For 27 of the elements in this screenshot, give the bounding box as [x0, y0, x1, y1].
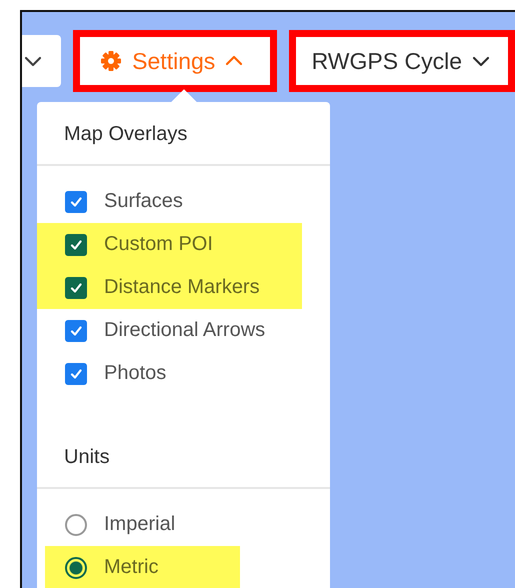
radio-button[interactable] — [65, 556, 87, 578]
option-label: Surfaces — [104, 190, 183, 213]
settings-icon — [100, 50, 122, 72]
section-heading: Map Overlays — [37, 102, 330, 166]
map-style-button[interactable]: RWGPS Cycle — [288, 30, 515, 92]
dropdown-button[interactable] — [22, 35, 62, 87]
checkbox[interactable] — [65, 276, 87, 298]
option-label: Distance Markers — [104, 276, 260, 299]
option-label: Custom POI — [104, 233, 213, 256]
checkbox[interactable] — [65, 234, 87, 256]
check-icon — [70, 324, 82, 336]
radio-button[interactable] — [65, 514, 87, 536]
option-label: Imperial — [104, 513, 176, 536]
section-heading: Units — [37, 425, 330, 489]
chevron-up-icon — [225, 54, 244, 68]
checkbox[interactable] — [65, 320, 87, 342]
option-label: Photos — [104, 362, 166, 385]
check-icon — [70, 196, 82, 208]
chevron-down-icon — [472, 54, 490, 68]
option-label: Directional Arrows — [104, 319, 266, 342]
checkbox[interactable] — [65, 362, 87, 384]
checkbox[interactable] — [65, 190, 87, 212]
check-icon — [70, 238, 82, 250]
chevron-down-icon — [24, 54, 42, 68]
option-label: Metric — [104, 556, 158, 579]
check-icon — [70, 282, 82, 294]
check-icon — [70, 368, 82, 380]
